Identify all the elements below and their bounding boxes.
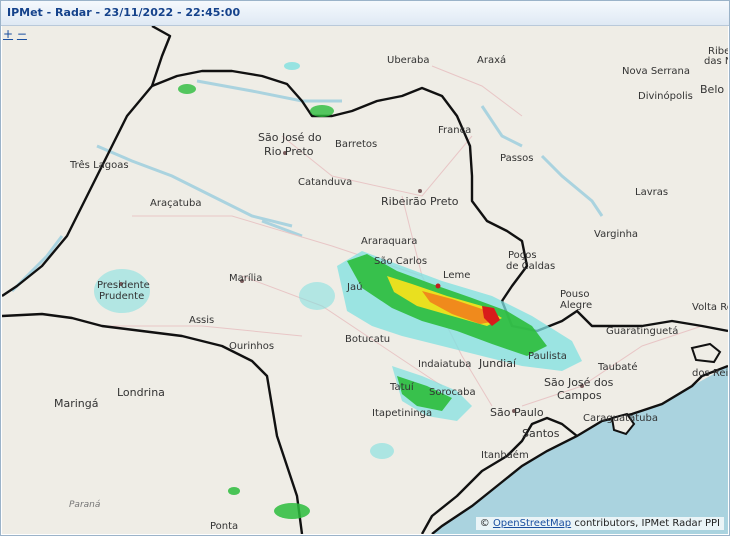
label-guaratingueta: Guaratinguetá — [606, 325, 678, 337]
label-divinopolis: Divinópolis — [638, 90, 693, 102]
label-passos: Passos — [500, 153, 533, 164]
label-marilia: Marília — [229, 272, 262, 284]
label-sjcampos-2: Campos — [557, 389, 602, 402]
label-sao-paulo: São Paulo — [490, 406, 544, 419]
label-paulista: Paulista — [528, 351, 567, 362]
label-sjrp-1: São José do — [258, 131, 322, 144]
label-presidente-1: Presidente — [97, 280, 150, 291]
label-assis: Assis — [189, 315, 214, 326]
label-ribeirao-preto: Ribeirão Preto — [381, 195, 459, 208]
label-presidente-2: Prudente — [99, 291, 144, 302]
label-parana: Paraná — [69, 500, 101, 510]
echo-north-2 — [284, 62, 300, 70]
label-itapetininga: Itapetininga — [372, 408, 432, 419]
label-pouso-1: Pouso — [560, 289, 589, 300]
echo-north-1 — [178, 84, 196, 94]
echo-north-3 — [310, 105, 334, 117]
label-belo-horizonte: Belo H — [700, 83, 728, 96]
label-tatui: Tatuí — [389, 381, 415, 393]
label-santos: Santos — [522, 427, 560, 440]
label-sao-carlos: São Carlos — [374, 256, 427, 267]
echo-south-2 — [228, 487, 240, 495]
echo-south — [274, 503, 310, 519]
openstreetmap-link[interactable]: OpenStreetMap — [493, 518, 571, 529]
label-pouso-2: Alegre — [560, 300, 592, 311]
echo-marilia — [299, 282, 335, 310]
label-itanhaem: Itanhaém — [481, 449, 529, 461]
label-nova-serrana: Nova Serrana — [622, 66, 690, 77]
label-ribeirao-neves-2: das N — [704, 56, 728, 67]
map-attribution: © OpenStreetMap contributors, IPMet Rada… — [475, 517, 724, 530]
label-jundiai: Jundiaí — [478, 357, 517, 370]
label-jau: Jaú — [346, 281, 362, 293]
label-franca: Franca — [438, 125, 471, 136]
label-angra: dos Reis — [692, 368, 728, 379]
window-title: IPMet - Radar - 23/11/2022 - 22:45:00 — [7, 6, 241, 19]
map-view[interactable]: + − Uberaba Araxá Ribe das Nova Serrana … — [2, 26, 728, 534]
label-uberaba: Uberaba — [387, 55, 430, 66]
label-araxa: Araxá — [477, 54, 506, 66]
label-sjcampos-1: São José dos — [544, 376, 614, 389]
label-leme: Leme — [443, 270, 470, 281]
zoom-out-button[interactable]: − — [17, 27, 27, 41]
label-araraquara: Araraquara — [361, 236, 417, 247]
label-sjrp-2: Rio Preto — [264, 145, 314, 158]
label-ponta: Ponta — [210, 521, 238, 532]
label-pocos-1: Poços — [508, 250, 537, 261]
zoom-controls: + − — [3, 27, 27, 41]
label-caraguatatuba: Caraguatatuba — [583, 413, 658, 424]
zoom-in-button[interactable]: + — [3, 27, 13, 41]
label-londrina: Londrina — [117, 386, 165, 399]
label-ourinhos: Ourinhos — [229, 341, 274, 352]
map-canvas: Uberaba Araxá Ribei das N Nova Serrana D… — [2, 26, 728, 534]
label-aracatuba: Araçatuba — [150, 198, 201, 209]
label-maringa: Maringá — [54, 397, 99, 410]
label-sorocaba: Sorocaba — [429, 387, 476, 398]
label-lavras: Lavras — [635, 187, 668, 198]
label-barretos: Barretos — [335, 139, 377, 150]
attribution-text: contributors, IPMet Radar PPI — [574, 518, 720, 529]
label-catanduva: Catanduva — [298, 177, 352, 188]
label-pocos-2: de Caldas — [506, 261, 555, 272]
label-indaiatuba: Indaiatuba — [418, 359, 471, 370]
echo-itapetininga — [370, 443, 394, 459]
label-taubate: Taubaté — [597, 361, 637, 373]
label-tres-lagoas: Três Lagoas — [69, 159, 129, 171]
label-botucatu: Botucatu — [345, 334, 390, 345]
copyright-symbol: © — [479, 518, 490, 529]
label-volta-redonda: Volta Re — [692, 302, 728, 313]
title-bar: IPMet - Radar - 23/11/2022 - 22:45:00 — [1, 1, 729, 26]
radar-window: IPMet - Radar - 23/11/2022 - 22:45:00 + … — [0, 0, 730, 536]
label-varginha: Varginha — [594, 229, 638, 240]
